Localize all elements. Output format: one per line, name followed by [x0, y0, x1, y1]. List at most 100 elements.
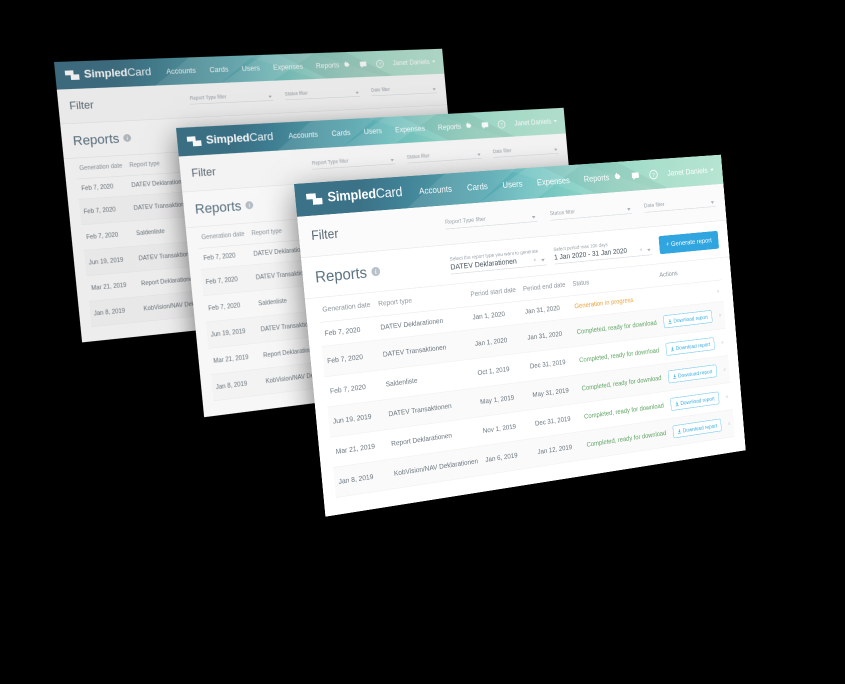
close-icon[interactable]: × [712, 279, 724, 303]
nav-links: Accounts Cards Users Expenses Reports [419, 173, 610, 196]
date-filter[interactable]: Date filter [493, 144, 559, 158]
nav-link-users[interactable]: Users [241, 64, 260, 73]
chevron-down-icon [531, 215, 536, 219]
date-filter[interactable]: Date filter [644, 196, 716, 213]
status-filter[interactable]: Status filter [284, 87, 361, 100]
nav-link-reports[interactable]: Reports [583, 173, 609, 184]
screenshot-stage: SimpledCard Accounts Cards Users Expense… [0, 0, 845, 684]
page-title: Reports i [194, 197, 254, 217]
brand-logo[interactable]: SimpledCard [295, 185, 403, 208]
brand-name-bold: Simpled [83, 66, 128, 81]
nav-link-accounts[interactable]: Accounts [166, 66, 196, 75]
nav-link-cards[interactable]: Cards [467, 182, 489, 193]
download-report-button[interactable]: Download report [662, 309, 713, 329]
info-icon[interactable]: i [371, 266, 381, 277]
help-icon[interactable]: ? [649, 169, 658, 179]
chevron-down-icon [710, 200, 715, 204]
close-icon[interactable]: × [718, 355, 731, 384]
nav-right-group: ? Janet Daniels [613, 165, 723, 183]
cell-generation-date: Feb 7, 2020 [78, 195, 132, 225]
clear-icon[interactable]: × [533, 256, 536, 262]
download-report-button[interactable]: Download report [667, 364, 718, 384]
filter-title: Filter [190, 165, 217, 180]
chevron-down-icon [646, 248, 651, 252]
download-report-button[interactable]: Download report [669, 391, 720, 411]
nav-link-accounts[interactable]: Accounts [419, 184, 453, 196]
cell-generation-date: Jan 8, 2019 [211, 368, 264, 401]
date-filter[interactable]: Date filter [370, 84, 438, 96]
clear-icon[interactable]: × [640, 247, 643, 253]
nav-right-group: ? Janet Daniels [464, 116, 565, 130]
brand-name-bold: Simpled [326, 186, 377, 206]
close-icon[interactable]: × [721, 382, 733, 411]
nav-link-cards[interactable]: Cards [331, 128, 351, 137]
chat-icon[interactable] [631, 170, 640, 180]
simpledcard-logo-icon [64, 70, 81, 81]
user-menu[interactable]: Janet Daniels [667, 165, 714, 178]
gear-icon[interactable] [464, 121, 473, 130]
help-icon[interactable]: ? [376, 59, 385, 68]
nav-link-expenses[interactable]: Expenses [537, 176, 571, 188]
brand-name-light: Card [248, 130, 274, 145]
report-type-filter[interactable]: Report Type filter [189, 91, 274, 105]
chevron-down-icon [710, 168, 714, 172]
chevron-down-icon [268, 95, 272, 98]
report-type-filter-label: Report Type filter [444, 214, 486, 225]
page-title: Reports i [314, 262, 381, 286]
report-type-select[interactable]: Select the report type you want to gener… [449, 247, 547, 275]
gear-icon[interactable] [613, 172, 622, 182]
reports-table: Generation date Report type Period start… [317, 258, 735, 498]
download-report-label: Download report [675, 340, 711, 352]
close-icon[interactable]: × [723, 409, 735, 438]
close-icon[interactable]: × [716, 328, 729, 357]
page-title-text: Reports [72, 130, 120, 149]
close-icon[interactable]: × [714, 301, 726, 330]
period-select[interactable]: Select period max 100 days 1 Jan 2020 - … [553, 237, 653, 265]
nav-link-expenses[interactable]: Expenses [273, 63, 304, 72]
generate-report-button[interactable]: + Generate report [658, 230, 720, 254]
nav-link-reports[interactable]: Reports [316, 61, 340, 70]
brand-name-bold: Simpled [205, 131, 251, 147]
svg-text:?: ? [652, 172, 656, 178]
chat-icon[interactable] [481, 121, 490, 130]
user-menu[interactable]: Janet Daniels [514, 117, 557, 127]
nav-link-users[interactable]: Users [502, 179, 523, 190]
svg-text:?: ? [379, 62, 382, 68]
user-menu[interactable]: Janet Daniels [392, 58, 436, 67]
page-title-text: Reports [314, 263, 368, 286]
nav-link-reports[interactable]: Reports [437, 122, 461, 131]
svg-text:?: ? [500, 122, 503, 128]
download-report-button[interactable]: Download report [665, 337, 715, 356]
status-filter-label: Status filter [284, 89, 309, 97]
chevron-down-icon [626, 207, 631, 211]
status-filter[interactable]: Status filter [406, 149, 482, 164]
nav-link-cards[interactable]: Cards [209, 65, 229, 74]
report-type-filter[interactable]: Report Type filter [444, 211, 538, 230]
brand-name-light: Card [375, 184, 403, 202]
download-report-label: Download report [680, 395, 715, 407]
info-icon[interactable]: i [245, 200, 254, 210]
date-filter-label: Date filter [370, 86, 391, 93]
help-icon[interactable]: ? [497, 120, 506, 129]
chevron-down-icon [540, 258, 545, 262]
nav-link-users[interactable]: Users [363, 127, 382, 136]
chevron-down-icon [355, 91, 359, 94]
version-text: Version: 3.22.34EC1 [330, 491, 746, 516]
brand-name-light: Card [126, 65, 152, 80]
gear-icon[interactable] [342, 60, 351, 70]
page-title: Reports i [72, 130, 132, 149]
download-report-label: Download report [673, 313, 709, 324]
nav-links: Accounts Cards Users Expenses Reports [288, 122, 462, 140]
window-layer-front: SimpledCard Accounts Cards Users Expense… [294, 154, 746, 517]
chevron-down-icon [553, 119, 557, 123]
nav-link-accounts[interactable]: Accounts [288, 130, 318, 140]
brand-logo[interactable]: SimpledCard [55, 66, 152, 83]
nav-right-group: ? Janet Daniels [342, 57, 443, 69]
nav-link-expenses[interactable]: Expenses [395, 124, 426, 134]
brand-logo[interactable]: SimpledCard [177, 130, 274, 149]
info-icon[interactable]: i [123, 133, 132, 142]
chat-icon[interactable] [359, 60, 368, 69]
report-type-filter[interactable]: Report Type filter [312, 155, 396, 170]
download-report-button[interactable]: Download report [672, 418, 722, 439]
status-filter[interactable]: Status filter [549, 203, 633, 221]
